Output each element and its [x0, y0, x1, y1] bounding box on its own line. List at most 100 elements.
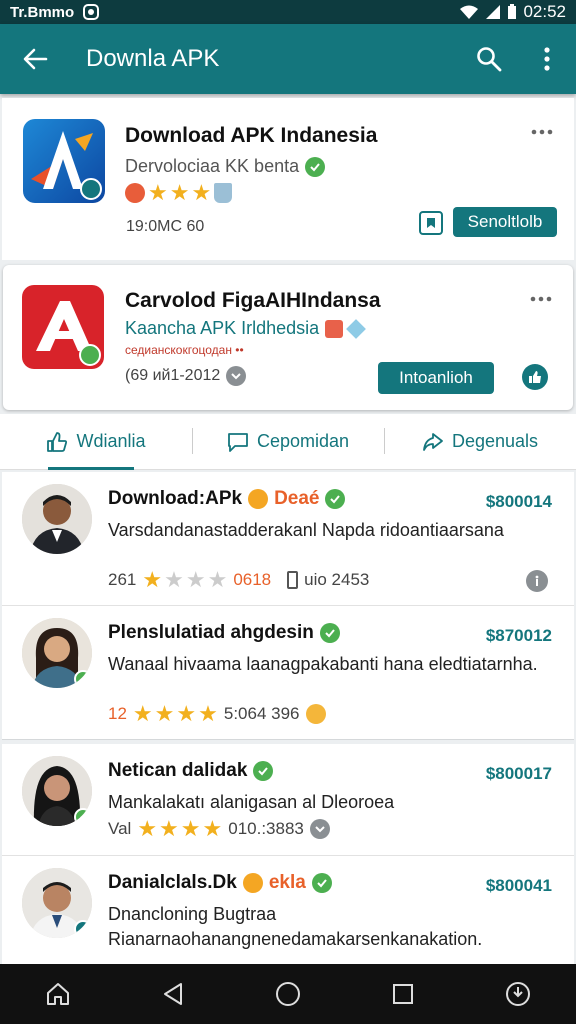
app-card-secondary[interactable]: Carvolod FigaAIHIndansa Kaancha APK Irld… — [3, 265, 573, 410]
star-icon: ★ — [142, 567, 163, 592]
emoji-icon — [248, 489, 269, 509]
home-button[interactable] — [28, 964, 88, 1024]
bookmark-icon — [427, 218, 435, 228]
star-icon: ★ — [148, 180, 168, 205]
app-title: Carvolod FigaAIHIndansa — [125, 289, 381, 312]
chevron-down-icon — [226, 366, 247, 386]
back-button[interactable] — [0, 24, 70, 94]
tab-wdianlia[interactable]: Wdianlia — [0, 414, 192, 470]
tab-bar: Wdianlia Cepomidan Degenuals — [0, 414, 576, 470]
star-icon: ★ — [159, 816, 179, 841]
rating-stars: ★ ★ ★ ★ — [137, 818, 222, 840]
clock-label: 02:52 — [523, 2, 566, 21]
app-meta: (69 ий1-2012 — [125, 366, 247, 386]
review-text: Mankalakatı alanigasan al Dleoroea — [108, 792, 395, 812]
smile-icon — [305, 704, 326, 724]
review-meta: Val ★ ★ ★ ★ 010.:3883 — [108, 818, 330, 840]
app-logo-icon — [23, 119, 105, 203]
app-meta: 19:0MC 60 — [126, 218, 205, 235]
notification-icon — [82, 3, 100, 21]
verified-icon — [311, 873, 332, 893]
circle-icon — [275, 982, 300, 1006]
wifi-icon — [459, 4, 479, 20]
review-meta: 12 ★ ★ ★ ★ 5:064 396 — [108, 703, 326, 725]
review-amount: $870012 — [485, 626, 552, 645]
star-icon: ★ — [207, 567, 228, 592]
verified-icon — [305, 156, 326, 177]
tab-degenuals[interactable]: Degenuals — [384, 414, 576, 469]
list-item[interactable]: Danialclals.Dk ekla $800041 Dnancloning … — [2, 856, 574, 968]
more-options-button[interactable] — [530, 120, 554, 144]
app-subtitle: Kaancha APK Irldhedsia — [125, 318, 367, 339]
review-text: Dnancloning Bugtraa Rianarnaohanangnened… — [108, 904, 483, 949]
review-text: Wanaal hivaama laanagpakabanti hana eled… — [108, 654, 538, 674]
verified-icon — [253, 761, 274, 781]
install-button[interactable]: Intoanlioh — [378, 362, 494, 394]
arrow-left-icon — [23, 48, 48, 70]
more-horiz-icon — [531, 129, 553, 135]
home-nav-button[interactable] — [258, 964, 318, 1024]
rating-stars: ★ ★ ★ — [125, 180, 233, 205]
search-icon — [477, 47, 502, 72]
app-description: седианскокгоцодан •• — [125, 343, 244, 357]
recents-button[interactable] — [373, 964, 433, 1024]
online-badge — [74, 670, 92, 688]
verified-icon — [319, 623, 340, 643]
square-icon — [393, 984, 414, 1004]
tab-cepomidan[interactable]: Cepomidan — [192, 414, 384, 469]
app-logo-icon — [22, 285, 104, 369]
star-icon: ★ — [202, 816, 223, 841]
app-title: Download APK Indanesia — [125, 124, 378, 147]
more-vert-icon — [544, 47, 550, 71]
status-bar: Tr.Bmmo 02:52 — [0, 0, 576, 24]
like-button[interactable] — [522, 364, 548, 390]
app-card-primary[interactable]: Download APK Indanesia Dervolociaa KK be… — [2, 98, 574, 260]
thumbs-up-icon — [529, 371, 541, 383]
more-options-button[interactable] — [529, 287, 553, 311]
search-button[interactable] — [460, 24, 518, 94]
star-icon: ★ — [191, 180, 212, 205]
install-button[interactable]: Senoltlolb — [453, 207, 557, 237]
carrier-label: Tr.Bmmo — [10, 3, 75, 21]
avatar — [22, 756, 92, 826]
online-badge — [74, 808, 92, 826]
review-author: Download:APk Deaé — [108, 488, 346, 510]
app-subtitle: Dervolociaa KK benta — [125, 156, 326, 177]
triangle-back-icon — [163, 983, 182, 1005]
rating-stars: ★ ★ ★ ★ — [133, 703, 218, 725]
app-bar: Downla APK — [0, 24, 576, 94]
review-text: Varsdandanastadderakanl Napda ridoantiaa… — [108, 520, 504, 540]
star-icon: ★ — [180, 816, 201, 841]
list-item[interactable]: Download:APk Deaé $800014 Varsdandanasta… — [2, 472, 574, 606]
thumbs-up-icon — [47, 431, 68, 452]
review-meta: 261 ★ ★ ★ ★ 0618 uio 2453 — [108, 567, 370, 592]
back-nav-button[interactable] — [143, 964, 203, 1024]
chevron-down-icon — [309, 819, 330, 839]
phone-icon — [287, 571, 299, 589]
star-icon: ★ — [154, 701, 175, 726]
home-icon — [46, 983, 69, 1005]
save-button[interactable] — [419, 211, 443, 235]
list-item[interactable]: Netican dalidak $800017 Mankalakatı alan… — [2, 744, 574, 856]
emoji-angry-icon — [125, 183, 145, 203]
avatar — [22, 868, 92, 938]
download-status-button[interactable] — [488, 964, 548, 1024]
signal-icon — [485, 4, 501, 20]
review-author: Netican dalidak — [108, 760, 274, 782]
share-icon — [423, 432, 443, 451]
overflow-menu-button[interactable] — [518, 24, 576, 94]
star-icon: ★ — [169, 180, 190, 205]
star-icon: ★ — [185, 567, 206, 592]
comment-icon — [228, 432, 248, 452]
avatar — [22, 618, 92, 688]
star-icon: ★ — [176, 701, 197, 726]
system-nav-bar — [0, 964, 576, 1024]
info-icon[interactable] — [526, 570, 548, 592]
online-badge — [74, 920, 92, 938]
star-icon: ★ — [198, 701, 218, 726]
list-item[interactable]: Plenslulatiad ahgdesin $870012 Wanaal hi… — [2, 606, 574, 740]
cup-icon — [214, 183, 233, 203]
review-list: Netican dalidak $800017 Mankalakatı alan… — [2, 744, 574, 968]
diamond-icon — [346, 318, 367, 339]
warning-icon — [325, 319, 344, 338]
